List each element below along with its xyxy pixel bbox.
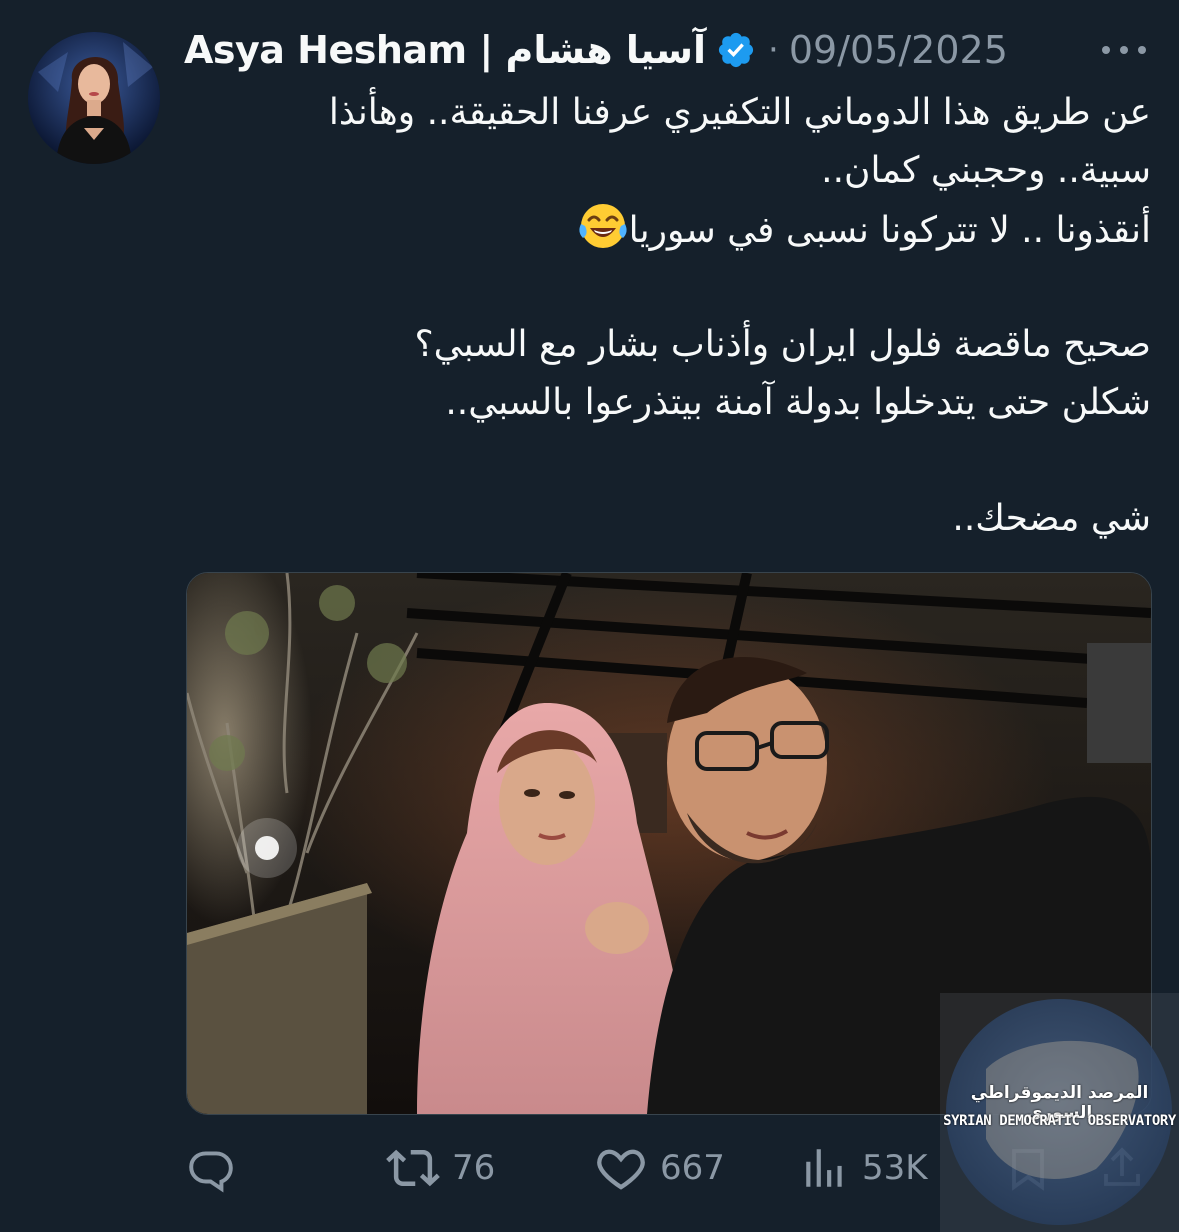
views-button[interactable]: 53K xyxy=(800,1136,928,1200)
reply-icon xyxy=(189,1151,233,1193)
watermark-english-text: SYRIAN DEMOCRATIC OBSERVATORY xyxy=(943,1113,1176,1129)
analytics-icon xyxy=(806,1149,842,1187)
retweet-count: 76 xyxy=(452,1148,496,1188)
tweet-text-line: شكلن حتى يتدخلوا بدولة آمنة بيتذرعوا بال… xyxy=(445,382,1151,423)
tweet-header: Asya Hesham | آسيا هشام · 09/05/2025 xyxy=(184,22,1008,78)
tweet-text: عن طريق هذا الدوماني التكفيري عرفنا الحق… xyxy=(191,84,1151,548)
like-button[interactable]: 667 xyxy=(594,1136,725,1200)
like-count: 667 xyxy=(660,1148,725,1188)
views-count: 53K xyxy=(862,1148,928,1188)
author-display-name[interactable]: Asya Hesham | آسيا هشام xyxy=(184,28,707,72)
verified-badge-icon xyxy=(718,32,754,68)
header-separator: · xyxy=(768,30,779,70)
avatar-photo xyxy=(28,32,160,164)
ellipsis-icon[interactable] xyxy=(1098,38,1150,62)
reply-button[interactable] xyxy=(186,1136,248,1200)
tweet-text-line: عن طريق هذا الدوماني التكفيري عرفنا الحق… xyxy=(328,92,1151,133)
tweet-date[interactable]: 09/05/2025 xyxy=(789,28,1008,72)
watermark-logo: المرصد الديموقراطي السوري SYRIAN DEMOCRA… xyxy=(940,993,1179,1232)
author-avatar[interactable] xyxy=(28,32,160,164)
tweet-text-line: سبية.. وحجبني كمان.. xyxy=(821,150,1151,191)
tweet-text-line: شي مضحك.. xyxy=(952,498,1151,539)
retweet-button[interactable]: 76 xyxy=(386,1136,495,1200)
laughing-emoji-icon xyxy=(578,204,627,248)
tweet-text-line: صحيح ماقصة فلول ايران وأذناب بشار مع الس… xyxy=(414,324,1152,365)
retweet-icon xyxy=(386,1149,440,1187)
heart-icon xyxy=(597,1149,645,1190)
tweet-text-line-with-emoji: أنقذونا .. لا تتركونا نسبى في سوريا xyxy=(191,200,1151,258)
tweet-text-line: أنقذونا .. لا تتركونا نسبى في سوريا xyxy=(628,210,1151,251)
